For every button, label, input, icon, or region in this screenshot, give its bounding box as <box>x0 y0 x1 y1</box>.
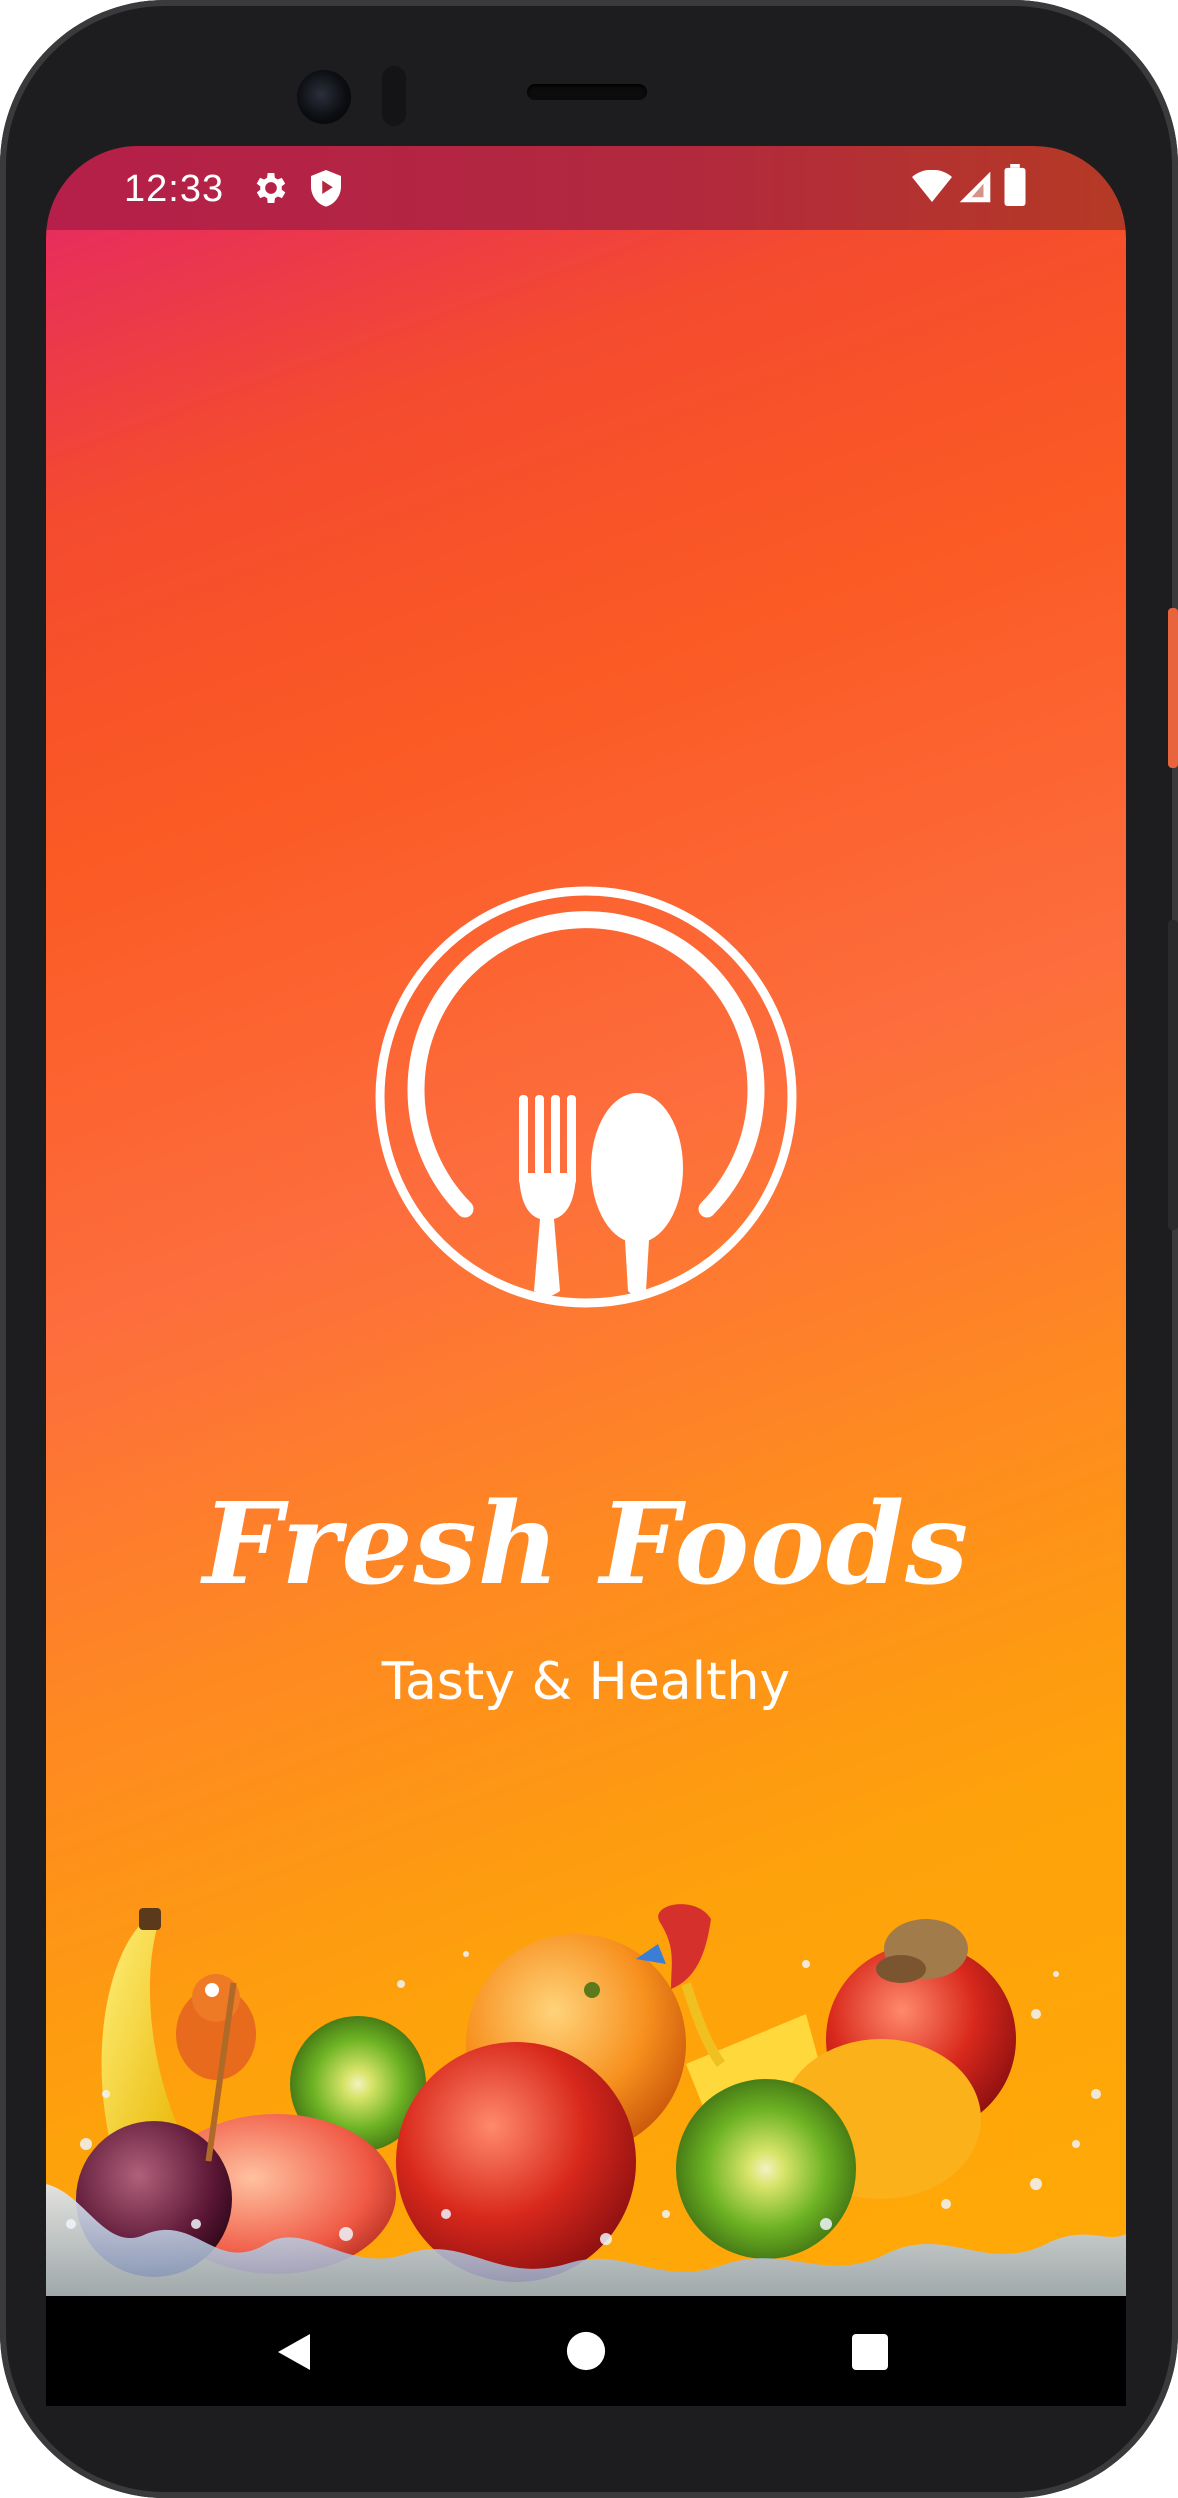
back-button[interactable] <box>274 2330 318 2374</box>
recents-button[interactable] <box>850 2332 890 2372</box>
gear-icon <box>256 173 286 203</box>
wifi-icon <box>912 170 952 202</box>
power-button <box>1168 608 1178 768</box>
volume-rocker <box>1168 920 1178 1230</box>
home-button[interactable] <box>565 2330 607 2372</box>
navigation-bar <box>46 2296 1126 2406</box>
battery-icon <box>1004 164 1026 206</box>
signal-icon <box>959 171 991 203</box>
app-tagline: Tasty & Healthy <box>381 1652 791 1712</box>
shield-play-icon <box>311 170 341 207</box>
status-time: 12:33 <box>124 168 225 210</box>
fruit-splash-illustration <box>46 1904 1126 2296</box>
app-title: Fresh Foods <box>202 1479 970 1610</box>
status-bar: 12:33 <box>46 146 1126 230</box>
screen: 12:33 Fresh Foods Tasty & Healthy <box>46 146 1126 2406</box>
earpiece-speaker <box>527 84 647 100</box>
plate-fork-spoon-icon <box>375 886 797 1308</box>
front-camera <box>297 70 351 124</box>
proximity-sensor <box>382 66 406 126</box>
phone-frame: 12:33 Fresh Foods Tasty & Healthy <box>0 0 1178 2498</box>
splash-screen: Fresh Foods Tasty & Healthy <box>46 230 1126 2296</box>
